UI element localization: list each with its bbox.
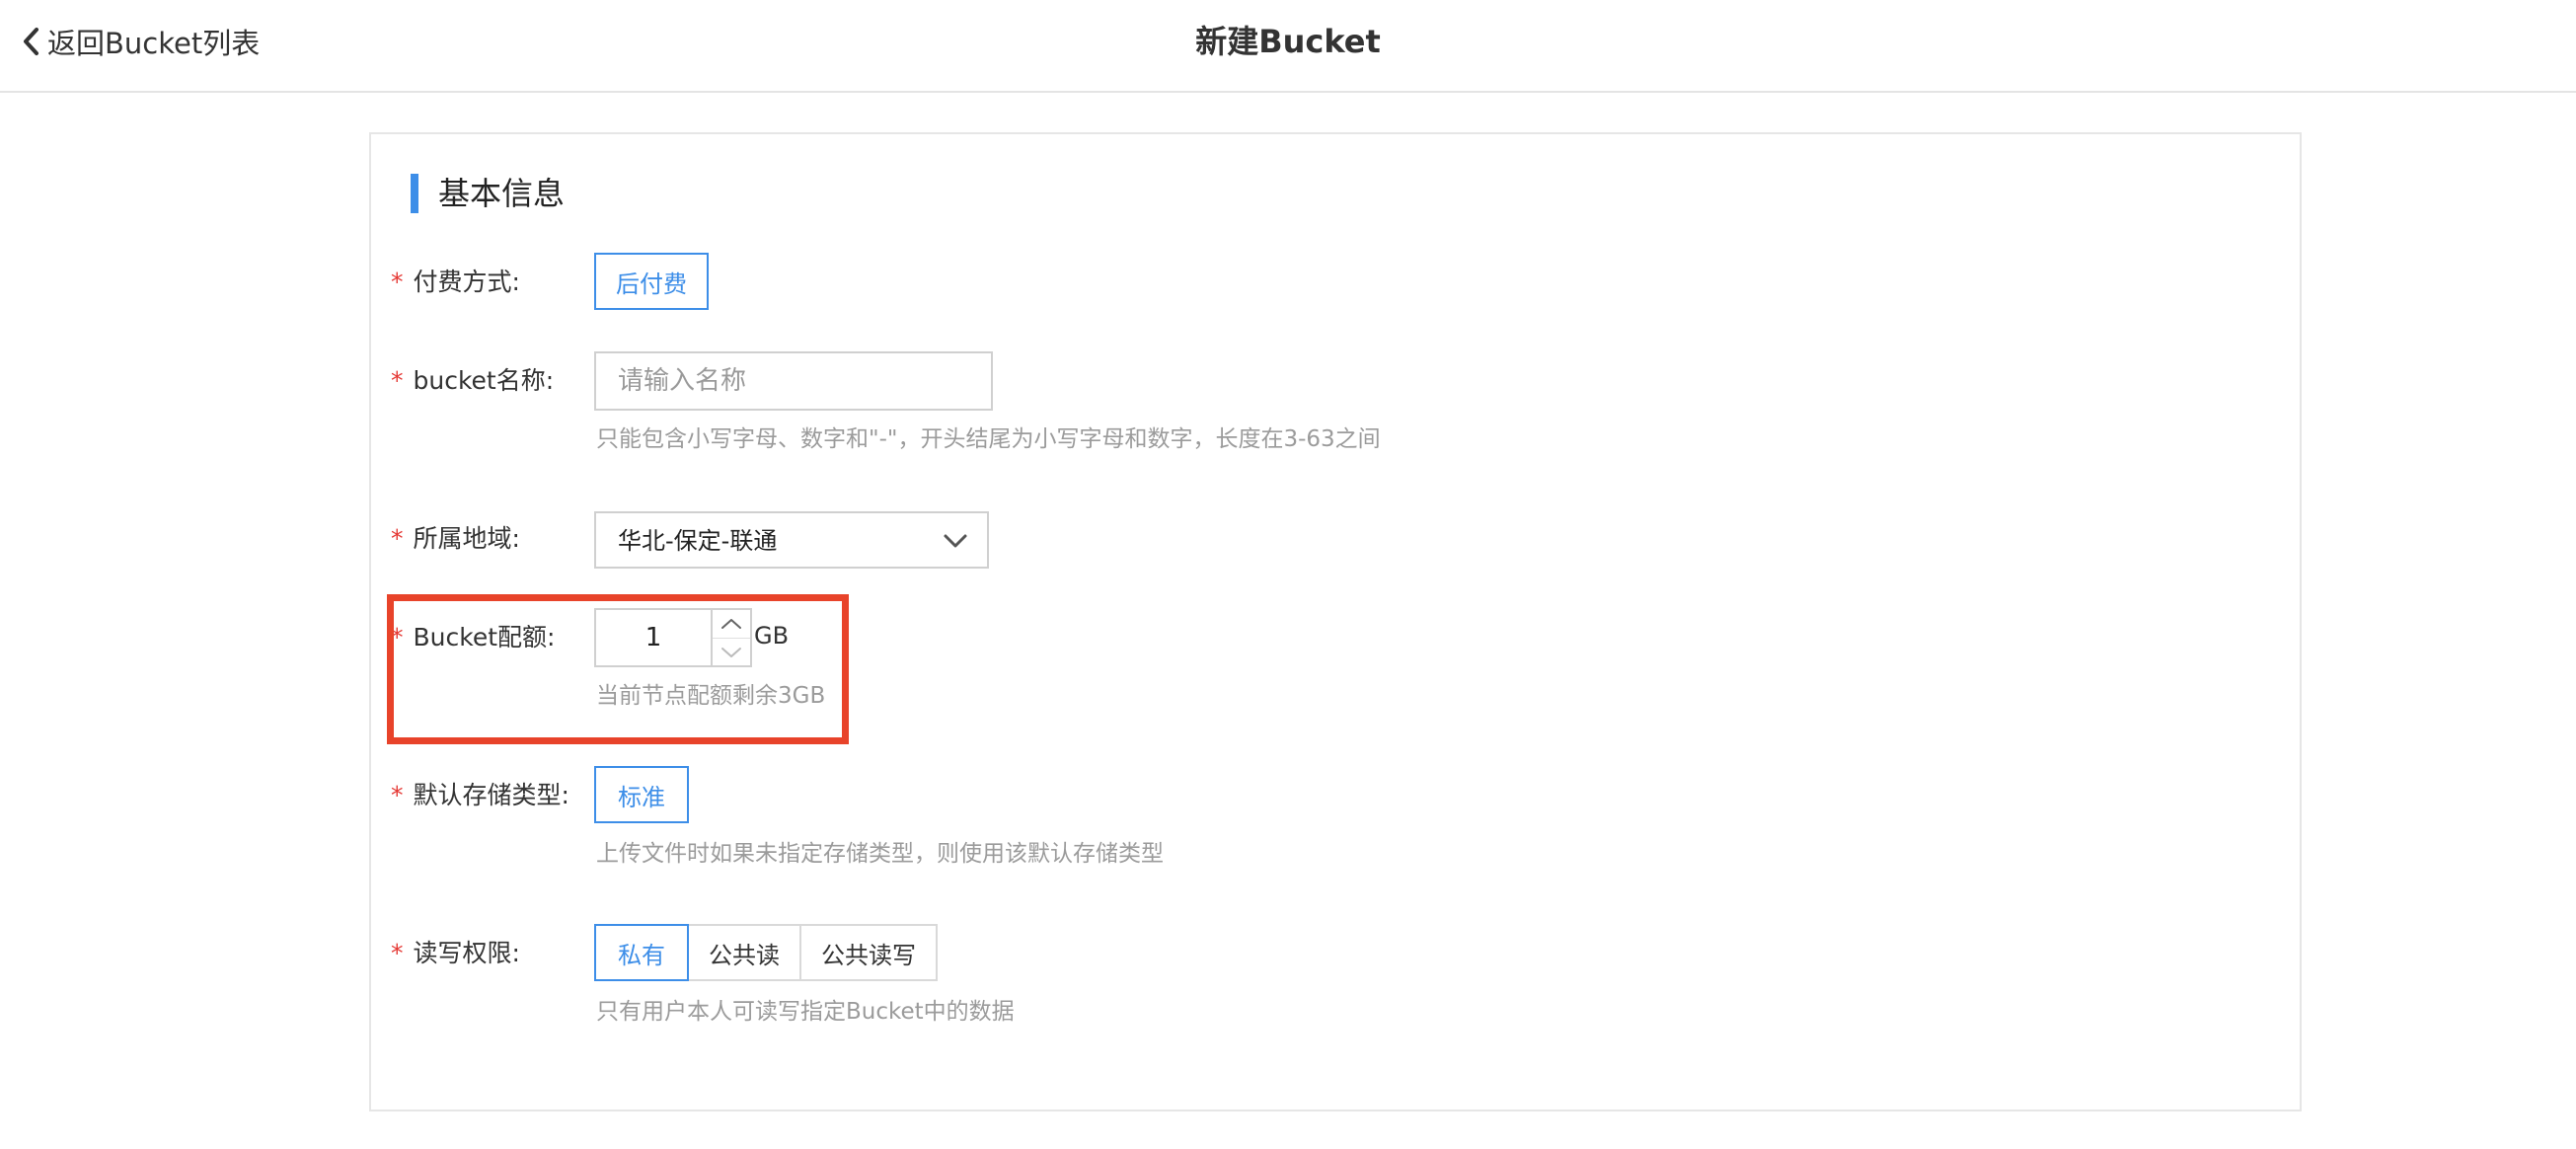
quota-label: * Bucket配额: bbox=[391, 620, 555, 655]
required-mark: * bbox=[391, 268, 404, 296]
storage-type-label: * 默认存储类型: bbox=[391, 778, 569, 813]
bucket-name-input[interactable] bbox=[594, 351, 993, 411]
bucket-name-label-text: bucket名称: bbox=[413, 366, 555, 395]
permission-hint: 只有用户本人可读写指定Bucket中的数据 bbox=[596, 999, 1015, 1025]
required-mark: * bbox=[391, 366, 404, 395]
section-title: 基本信息 bbox=[438, 175, 566, 212]
chevron-down-icon bbox=[721, 648, 741, 657]
storage-type-hint: 上传文件时如果未指定存储类型，则使用该默认存储类型 bbox=[596, 841, 1164, 867]
storage-type-option-standard[interactable]: 标准 bbox=[594, 766, 689, 823]
bucket-name-label: * bucket名称: bbox=[391, 363, 554, 399]
permission-label: * 读写权限: bbox=[391, 936, 520, 971]
required-mark: * bbox=[391, 524, 404, 553]
payment-label: * 付费方式: bbox=[391, 265, 520, 300]
bucket-name-hint: 只能包含小写字母、数字和"-"，开头结尾为小写字母和数字，长度在3-63之间 bbox=[596, 426, 1381, 452]
quota-number-input[interactable] bbox=[594, 608, 713, 667]
chevron-up-icon bbox=[721, 619, 741, 629]
required-mark: * bbox=[391, 781, 404, 809]
region-label: * 所属地域: bbox=[391, 521, 520, 557]
quota-decrement-button[interactable] bbox=[713, 639, 750, 666]
region-selected-value: 华北-保定-联通 bbox=[618, 527, 778, 555]
quota-unit: GB bbox=[754, 622, 790, 650]
region-select[interactable]: 华北-保定-联通 bbox=[594, 511, 989, 569]
chevron-down-icon bbox=[942, 529, 969, 553]
permission-option-private[interactable]: 私有 bbox=[594, 924, 689, 981]
top-header: 返回Bucket列表 新建Bucket bbox=[0, 0, 2576, 93]
required-mark: * bbox=[391, 623, 404, 651]
payment-option-postpaid[interactable]: 后付费 bbox=[594, 253, 709, 310]
page-title: 新建Bucket bbox=[1195, 23, 1381, 60]
section-accent-bar bbox=[411, 174, 418, 213]
quota-increment-button[interactable] bbox=[713, 610, 750, 639]
region-label-text: 所属地域: bbox=[413, 524, 520, 553]
quota-stepper bbox=[713, 608, 752, 667]
payment-label-text: 付费方式: bbox=[413, 268, 520, 296]
quota-hint: 当前节点配额剩余3GB bbox=[596, 683, 826, 709]
required-mark: * bbox=[391, 939, 404, 967]
permission-option-public-read[interactable]: 公共读 bbox=[687, 924, 801, 981]
permission-label-text: 读写权限: bbox=[413, 939, 520, 967]
storage-type-label-text: 默认存储类型: bbox=[413, 781, 569, 809]
permission-option-public-read-write[interactable]: 公共读写 bbox=[799, 924, 938, 981]
quota-label-text: Bucket配额: bbox=[413, 623, 556, 651]
